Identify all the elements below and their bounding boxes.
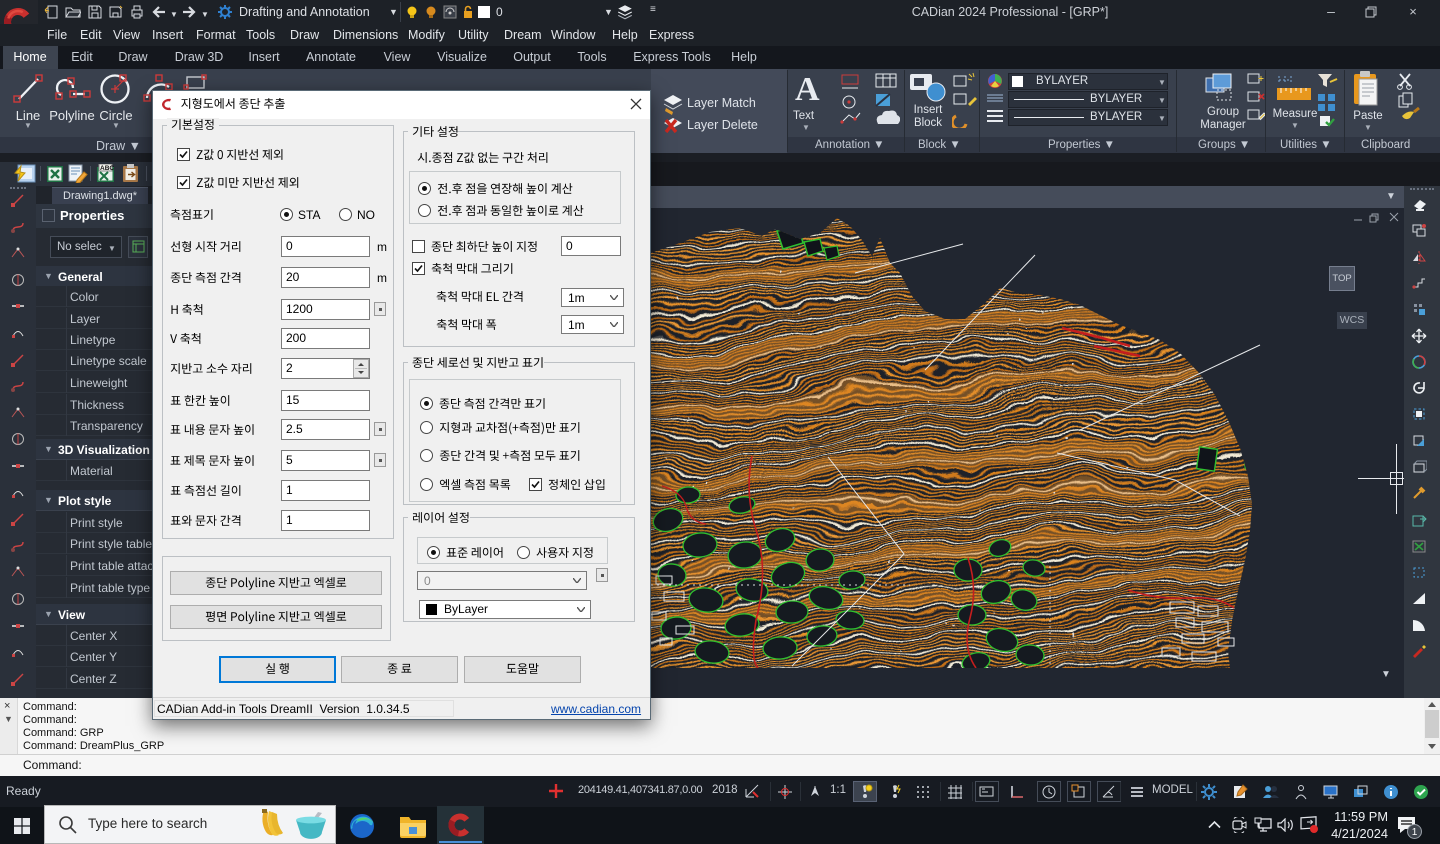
svg-text:ABC: ABC [100, 165, 114, 172]
